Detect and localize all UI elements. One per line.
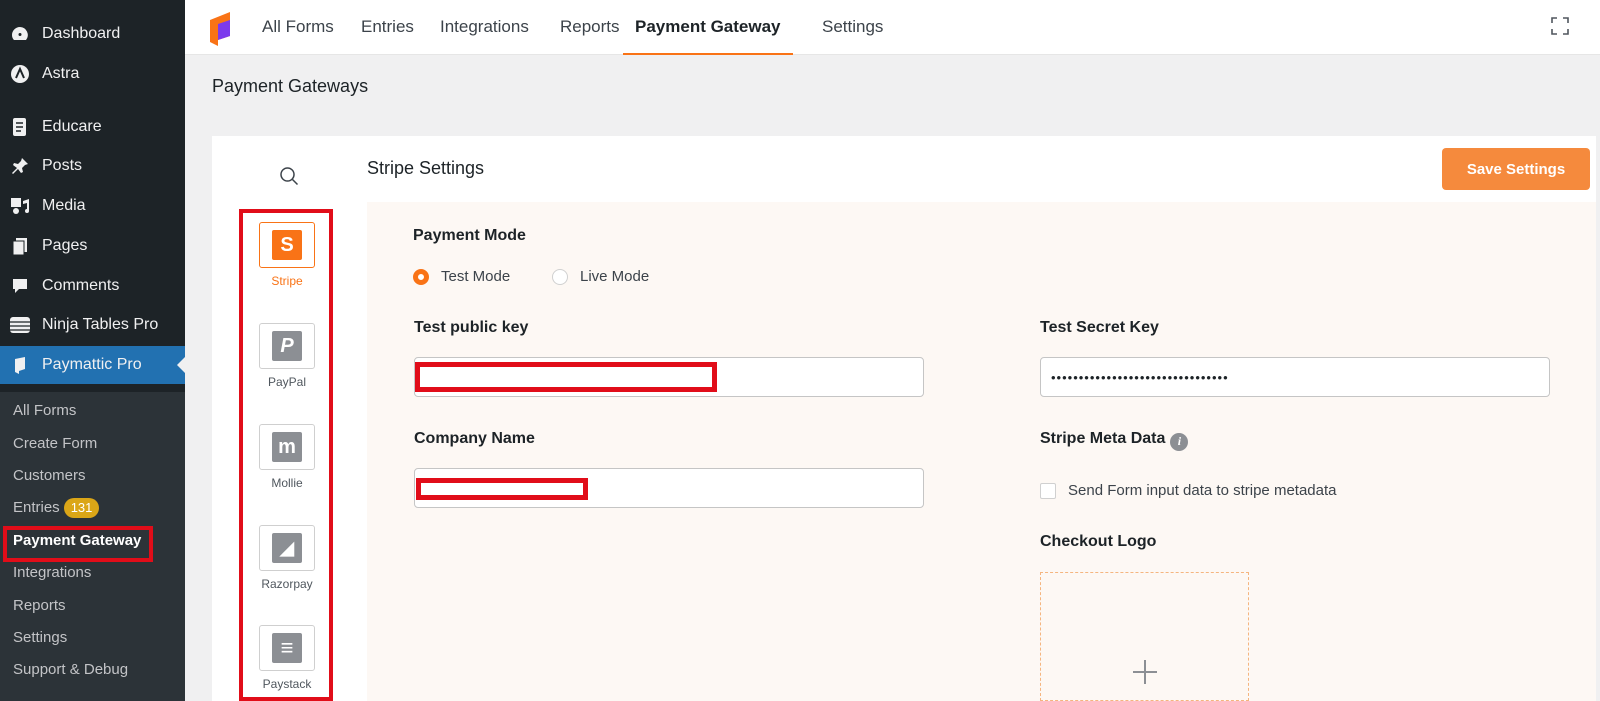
tab-payment-gateway[interactable]: Payment Gateway [623, 0, 793, 55]
submenu-entries[interactable]: Entries 131 [13, 497, 100, 519]
page-title: Payment Gateways [212, 76, 369, 96]
submenu-entries-label: Entries [13, 499, 60, 516]
menu-label: Dashboard [42, 25, 121, 42]
educare-icon [9, 116, 31, 138]
redaction-box [415, 362, 717, 392]
redaction-box [416, 478, 588, 500]
radio-unselected-indicator [552, 268, 568, 285]
checkout-logo-upload[interactable] [1040, 572, 1249, 701]
menu-media[interactable]: Media [0, 187, 185, 225]
menu-comments[interactable]: Comments [0, 267, 185, 305]
highlight-payment-gateway [3, 526, 153, 562]
stripe-metadata-checkbox[interactable]: Send Form input data to stripe metadata [1040, 482, 1336, 499]
checkout-logo-label: Checkout Logo [1040, 533, 1157, 550]
menu-paymattic-pro[interactable]: Paymattic Pro [0, 346, 185, 384]
meta-data-label: Stripe Meta Data [1040, 430, 1166, 447]
checkbox-box [1040, 482, 1056, 499]
menu-label: Astra [42, 65, 80, 82]
tab-integrations[interactable]: Integrations [440, 0, 529, 55]
menu-label: Pages [42, 237, 88, 254]
test-mode-radio[interactable]: Test Mode [413, 268, 510, 285]
media-icon [9, 195, 31, 217]
live-mode-radio[interactable]: Live Mode [552, 268, 649, 285]
company-name-label: Company Name [414, 430, 535, 447]
submenu-reports[interactable]: Reports [13, 595, 66, 617]
payment-mode-label: Payment Mode [413, 227, 526, 244]
secret-key-label: Test Secret Key [1040, 319, 1159, 336]
menu-label: Comments [42, 277, 120, 294]
radio-selected-indicator [413, 268, 429, 285]
menu-astra[interactable]: Astra [0, 55, 185, 93]
tab-all-forms[interactable]: All Forms [262, 0, 334, 55]
fullscreen-icon[interactable] [1551, 17, 1569, 35]
menu-label: Ninja Tables Pro [42, 316, 159, 333]
plus-icon [1132, 660, 1157, 684]
save-settings-button[interactable]: Save Settings [1442, 148, 1590, 190]
menu-ninja-tables[interactable]: Ninja Tables Pro [0, 306, 185, 344]
stripe-settings-title: Stripe Settings [367, 158, 485, 178]
search-icon[interactable] [279, 166, 299, 186]
menu-label: Paymattic Pro [42, 356, 142, 373]
entries-count-badge: 131 [63, 498, 100, 518]
tab-entries[interactable]: Entries [361, 0, 414, 55]
submenu-create-form[interactable]: Create Form [13, 433, 97, 455]
pages-icon [9, 235, 31, 257]
menu-label: Educare [42, 118, 102, 135]
menu-label: Media [42, 197, 86, 214]
info-icon[interactable]: i [1170, 432, 1189, 451]
comment-icon [9, 275, 31, 297]
submenu-settings[interactable]: Settings [13, 627, 67, 649]
menu-posts[interactable]: Posts [0, 147, 185, 185]
submenu-support-debug[interactable]: Support & Debug [13, 659, 128, 681]
menu-pages[interactable]: Pages [0, 227, 185, 265]
public-key-label: Test public key [414, 319, 529, 336]
tab-reports[interactable]: Reports [560, 0, 620, 55]
paymattic-logo-icon [210, 12, 230, 46]
menu-label: Posts [42, 157, 83, 174]
tab-settings[interactable]: Settings [822, 0, 883, 55]
submenu-integrations[interactable]: Integrations [13, 562, 91, 584]
secret-key-input[interactable]: •••••••••••••••••••••••••••••••• [1040, 357, 1550, 397]
stripe-meta-data-heading: Stripe Meta Data i [1040, 430, 1189, 451]
live-mode-label: Live Mode [580, 268, 650, 285]
pushpin-icon [9, 155, 31, 177]
menu-dashboard[interactable]: Dashboard [0, 15, 185, 53]
test-mode-label: Test Mode [441, 268, 511, 285]
highlight-gateway-list [239, 209, 333, 701]
wp-admin-sidebar: Dashboard Astra Educare Posts Media Page… [0, 0, 185, 701]
paymattic-icon [9, 354, 31, 376]
table-icon [9, 314, 31, 336]
metadata-checkbox-label: Send Form input data to stripe metadata [1068, 482, 1337, 499]
submenu-customers[interactable]: Customers [13, 465, 86, 487]
submenu-all-forms[interactable]: All Forms [13, 400, 76, 422]
astra-icon [9, 63, 31, 85]
dashboard-icon [9, 23, 31, 45]
menu-educare[interactable]: Educare [0, 108, 185, 146]
